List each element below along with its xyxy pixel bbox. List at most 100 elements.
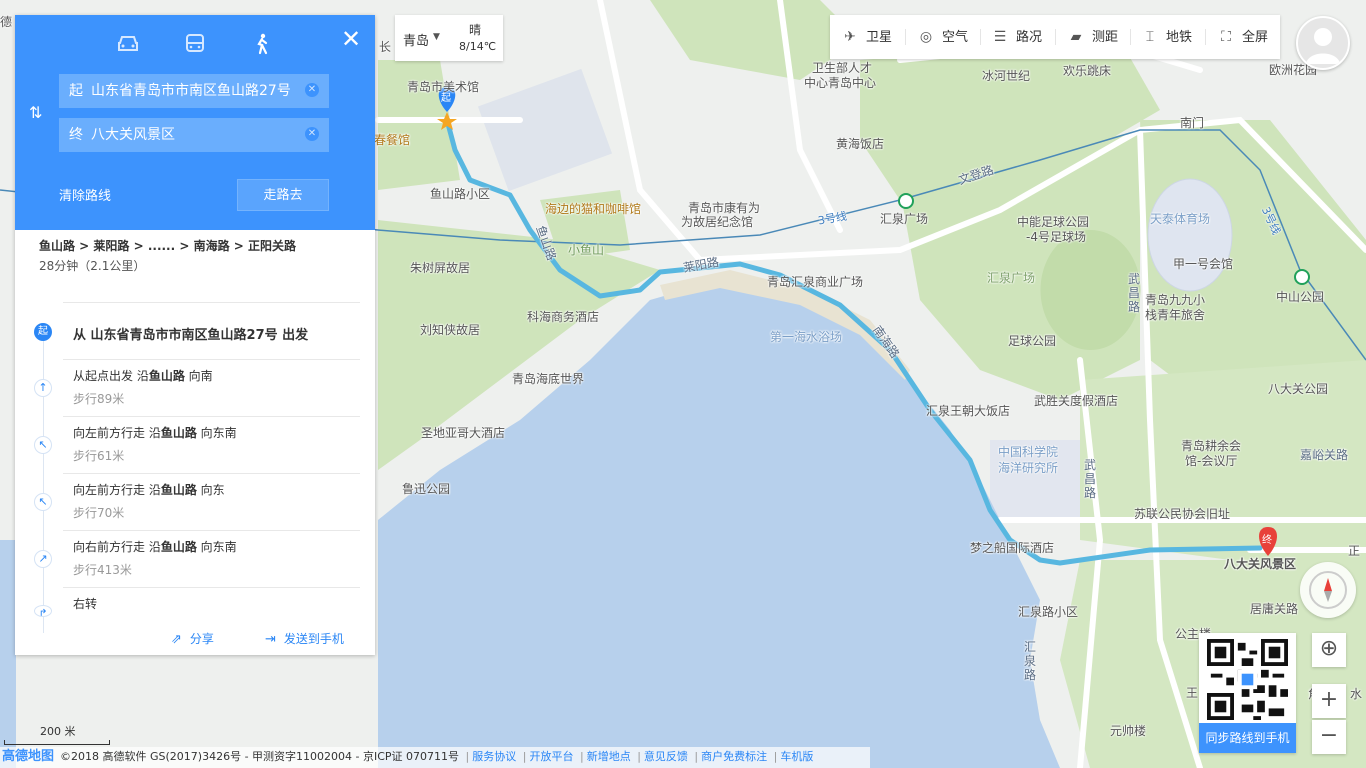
swap-icon[interactable]: ⇅ xyxy=(29,103,47,122)
map-label-huiquan-xiaoqu[interactable]: 汇泉路小区 xyxy=(1018,605,1078,619)
map-label-jiujiu-2[interactable]: 栈青年旅舍 xyxy=(1145,308,1205,322)
divider xyxy=(980,29,981,45)
map-label-yushan-xiaoqu[interactable]: 鱼山路小区 xyxy=(430,187,490,201)
map-label-kang-youwei-2[interactable]: 为故居纪念馆 xyxy=(681,215,753,229)
map-label-luxun[interactable]: 鲁迅公园 xyxy=(402,482,450,496)
start-prefix: 起 xyxy=(69,83,83,99)
map-label-zhongneng-1[interactable]: 中能足球公园 xyxy=(1017,215,1089,229)
map-label-tiantai[interactable]: 天泰体育场 xyxy=(1150,212,1210,226)
weather-widget[interactable]: 青岛 ▼ 晴 8/14℃ xyxy=(395,15,503,61)
go-walk-button[interactable]: 走路去 xyxy=(237,179,329,211)
end-input[interactable]: 终八大关风景区 ✕ xyxy=(59,118,329,152)
start-input[interactable]: 起山东省青岛市市南区鱼山路27号 ✕ xyxy=(59,74,329,108)
start-text[interactable]: 从 山东省青岛市市南区鱼山路27号 出发 xyxy=(73,324,308,343)
clear-end-icon[interactable]: ✕ xyxy=(305,127,319,141)
step-5[interactable]: 右转 xyxy=(73,595,97,612)
map-label-zhongneng-2[interactable]: -4号足球场 xyxy=(1026,230,1086,244)
map-label-binghe[interactable]: 冰河世纪 xyxy=(982,69,1030,83)
map-label-badaguan[interactable]: 八大关风景区 xyxy=(1224,557,1296,571)
subway-button[interactable]: ⌶ 地铁 xyxy=(1140,15,1192,59)
map-label-sulian[interactable]: 苏联公民协会旧址 xyxy=(1134,507,1230,521)
satellite-button[interactable]: ✈ 卫星 xyxy=(840,15,892,59)
map-label-football-park[interactable]: 足球公园 xyxy=(1008,334,1056,348)
link-service-agreement[interactable]: 服务协议 xyxy=(472,750,516,763)
chevron-down-icon[interactable]: ▼ xyxy=(433,32,440,42)
clear-start-icon[interactable]: ✕ xyxy=(305,83,319,97)
route-panel: ✕ ⇅ 起山东省青岛市市南区鱼山路27号 ✕ 终八大关风景区 ✕ 清除路线 走路… xyxy=(15,15,375,655)
map-label-sandiego[interactable]: 圣地亚哥大酒店 xyxy=(421,426,505,440)
route-duration: 28分钟（2.1公里） xyxy=(39,259,146,273)
map-label-liuzhixia[interactable]: 刘知侠故居 xyxy=(420,323,480,337)
divider xyxy=(63,302,360,303)
map-label-wusheng-1[interactable]: 卫生部人才 xyxy=(812,61,872,75)
share-button[interactable]: ⇗ 分享 xyxy=(171,630,214,647)
link-feedback[interactable]: 意见反馈 xyxy=(644,750,688,763)
logo[interactable]: 高德地图 xyxy=(2,749,54,764)
map-label-kehai[interactable]: 科海商务酒店 xyxy=(527,310,599,324)
qr-panel[interactable]: 同步路线到手机 xyxy=(1199,633,1296,753)
map-label-oceanology-1[interactable]: 中国科学院 xyxy=(998,445,1058,459)
map-label-nanmen[interactable]: 南门 xyxy=(1180,116,1204,130)
map-label-oceanology-2[interactable]: 海洋研究所 xyxy=(998,461,1058,475)
right-front-arrow-icon: ↗ xyxy=(34,550,52,568)
map-label-huiquan-station[interactable]: 汇泉广场 xyxy=(880,212,928,226)
user-icon xyxy=(1306,28,1340,64)
map-label-jiayihao[interactable]: 甲一号会馆 xyxy=(1173,257,1233,271)
map-label-first-beach[interactable]: 第一海水浴场 xyxy=(770,330,842,344)
map-label-huiquan-mall[interactable]: 青岛汇泉商业广场 xyxy=(767,275,863,289)
sync-route-button[interactable]: 同步路线到手机 xyxy=(1199,723,1296,753)
map-label-wusheng-hotel[interactable]: 武胜关度假酒店 xyxy=(1034,394,1118,408)
map-label-kang-youwei-1[interactable]: 青岛市康有为 xyxy=(688,201,760,215)
map-label-restaurant[interactable]: 春餐馆 xyxy=(374,133,410,147)
map-label-wuchang: 武昌路 xyxy=(1128,272,1141,314)
map-label-huanghai[interactable]: 黄海饭店 xyxy=(836,137,884,151)
map-label-huanle[interactable]: 欢乐跳床 xyxy=(1063,64,1111,78)
link-car[interactable]: 车机版 xyxy=(780,750,813,763)
bus-icon[interactable] xyxy=(183,33,207,55)
map-label-xiaoyushan[interactable]: 小鱼山 xyxy=(568,243,604,257)
zoom-in-button[interactable]: + xyxy=(1312,684,1346,718)
map-label-huiquan-square[interactable]: 汇泉广场 xyxy=(987,271,1035,285)
fullscreen-button[interactable]: ⛶ 全屏 xyxy=(1216,15,1268,59)
clear-route-link[interactable]: 清除路线 xyxy=(59,185,111,204)
map-label-jiujiu-1[interactable]: 青岛九九小 xyxy=(1145,293,1205,307)
close-icon[interactable]: ✕ xyxy=(341,27,361,51)
map-label-huiquan-wangchao[interactable]: 汇泉王朝大饭店 xyxy=(926,404,1010,418)
map-label-zhushuping[interactable]: 朱树屏故居 xyxy=(410,261,470,275)
walk-icon[interactable] xyxy=(250,33,274,55)
step-4-distance: 步行413米 xyxy=(73,563,132,577)
send-to-phone-button[interactable]: ⇥ 发送到手机 xyxy=(265,630,344,647)
map-label-badaguan-park[interactable]: 八大关公园 xyxy=(1268,382,1328,396)
air-button[interactable]: ◎ 空气 xyxy=(916,15,968,59)
map-label-gengxin-1[interactable]: 青岛耕余会 xyxy=(1181,439,1241,453)
map-label-cat-cafe[interactable]: 海边的猫和咖啡馆 xyxy=(545,202,641,216)
locate-button[interactable]: ⊕ xyxy=(1312,633,1346,667)
map-label-art-museum[interactable]: 青岛市美术馆 xyxy=(407,80,479,94)
compass[interactable] xyxy=(1300,562,1356,618)
divider xyxy=(905,29,906,45)
zoom-out-button[interactable]: − xyxy=(1312,720,1346,754)
left-front-arrow-icon: ↖ xyxy=(34,493,52,511)
copyright: ©2018 高德软件 GS(2017)3426号 - 甲测资字11002004 … xyxy=(60,750,460,763)
step-3[interactable]: 向左前方行走 沿鱼山路 向东 xyxy=(73,481,225,498)
step-4[interactable]: 向右前方行走 沿鱼山路 向东南 xyxy=(73,538,237,555)
map-label-dream-ship[interactable]: 梦之船国际酒店 xyxy=(970,541,1054,555)
avatar[interactable] xyxy=(1296,16,1350,70)
map-label-aquarium[interactable]: 青岛海底世界 xyxy=(512,372,584,386)
map-label-wusheng-2[interactable]: 中心青岛中心 xyxy=(804,76,876,90)
map-label-gengxin-2[interactable]: 馆-会议厅 xyxy=(1185,454,1237,468)
step-2[interactable]: 向左前方行走 沿鱼山路 向东南 xyxy=(73,424,237,441)
map-label-yuanshuai[interactable]: 元帅楼 xyxy=(1110,724,1146,738)
city-selector[interactable]: 青岛 xyxy=(403,30,429,49)
car-icon[interactable] xyxy=(116,33,140,55)
link-merchant[interactable]: 商户免费标注 xyxy=(701,750,767,763)
step-1[interactable]: 从起点出发 沿鱼山路 向南 xyxy=(73,367,213,384)
map-label-zhongshan-park[interactable]: 中山公园 xyxy=(1276,290,1324,304)
traffic-button[interactable]: ☰ 路况 xyxy=(990,15,1042,59)
map-label-juyong[interactable]: 居庸关路 xyxy=(1250,602,1298,616)
link-add-place[interactable]: 新增地点 xyxy=(587,750,631,763)
link-open-platform[interactable]: 开放平台 xyxy=(529,750,573,763)
ruler-button[interactable]: ▰ 测距 xyxy=(1066,15,1118,59)
divider xyxy=(63,359,360,360)
map-label-wang: 王 xyxy=(1186,686,1199,700)
